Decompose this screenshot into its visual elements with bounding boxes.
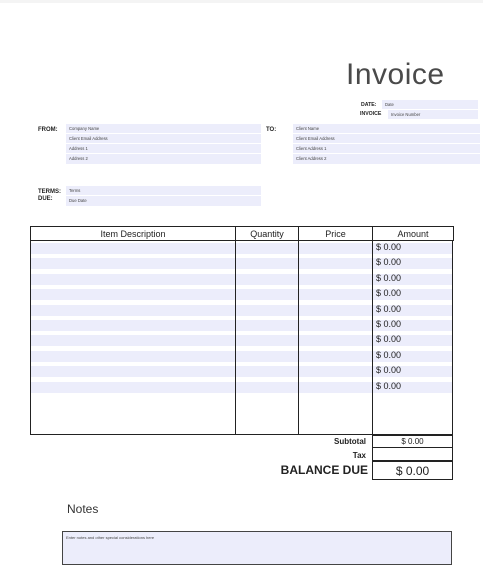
- invoice-number-field[interactable]: Invoice Number: [388, 110, 478, 119]
- terms-field[interactable]: Terms: [66, 186, 261, 196]
- from-label: FROM:: [38, 127, 58, 133]
- row-amount: $ 0.00: [376, 350, 402, 360]
- from-email-field[interactable]: Client Email Address: [66, 134, 261, 144]
- from-company-field[interactable]: Company Name: [66, 124, 261, 134]
- column-divider: [235, 241, 236, 435]
- to-address1-field[interactable]: Client Address 1: [293, 144, 480, 154]
- to-label: TO:: [266, 127, 277, 133]
- row-amount: $ 0.00: [376, 257, 402, 267]
- balance-due-label: BALANCE DUE: [280, 463, 368, 477]
- to-address2-field[interactable]: Client Address 2: [293, 154, 480, 164]
- row-amount: $ 0.00: [376, 365, 402, 375]
- due-label: DUE:: [38, 196, 53, 202]
- terms-label: TERMS:: [38, 189, 61, 195]
- header-amount: Amount: [372, 226, 454, 241]
- items-table: Item Description Quantity Price Amount: [30, 226, 454, 241]
- notes-heading: Notes: [67, 502, 99, 516]
- row-amount: $ 0.00: [376, 273, 402, 283]
- top-divider: [0, 0, 483, 3]
- row-amount: $ 0.00: [376, 319, 402, 329]
- tax-label: Tax: [352, 451, 366, 460]
- row-amount: $ 0.00: [376, 334, 402, 344]
- date-label: DATE:: [361, 102, 377, 108]
- due-date-field[interactable]: Due Date: [66, 196, 261, 206]
- date-field[interactable]: Date: [382, 100, 478, 109]
- column-divider: [372, 241, 373, 435]
- balance-due-value: $ 0.00: [372, 461, 453, 480]
- row-amount: $ 0.00: [376, 288, 402, 298]
- from-address1-field[interactable]: Address 1: [66, 144, 261, 154]
- tax-field[interactable]: [372, 447, 453, 461]
- row-amount: $ 0.00: [376, 381, 402, 391]
- to-client-name-field[interactable]: Client Name: [293, 124, 480, 134]
- header-quantity: Quantity: [235, 226, 299, 241]
- subtotal-label: Subtotal: [334, 437, 366, 446]
- from-address2-field[interactable]: Address 2: [66, 154, 261, 164]
- invoice-page: Invoice DATE: Date INVOICE Invoice Numbe…: [0, 0, 483, 565]
- row-amount: $ 0.00: [376, 304, 402, 314]
- header-price: Price: [298, 226, 373, 241]
- invoice-title: Invoice: [346, 58, 445, 91]
- invoice-number-label: INVOICE: [360, 111, 382, 117]
- header-item-description: Item Description: [30, 226, 236, 241]
- notes-field[interactable]: Enter notes and other special considerat…: [62, 531, 452, 565]
- row-amount: $ 0.00: [376, 242, 402, 252]
- to-client-email-field[interactable]: Client Email Address: [293, 134, 480, 144]
- column-divider: [298, 241, 299, 435]
